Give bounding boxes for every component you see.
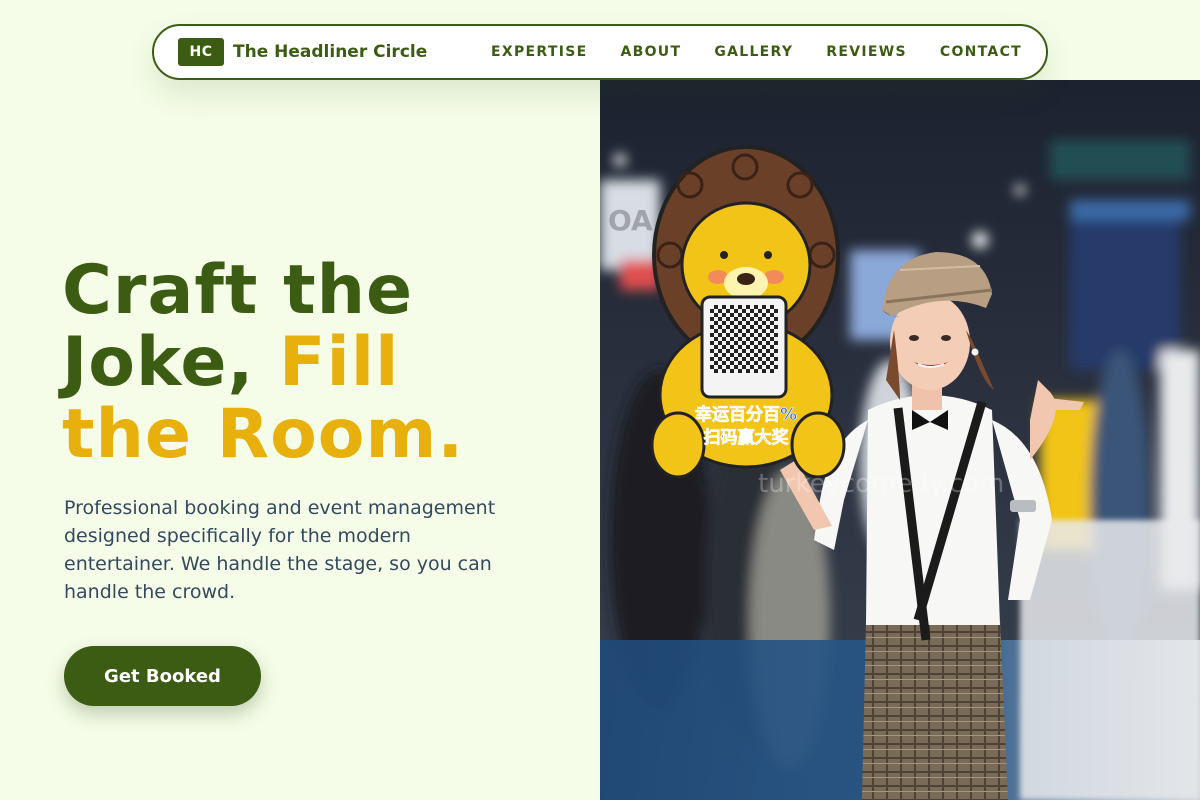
nav-link-expertise[interactable]: EXPERTISE [491, 44, 587, 60]
headline-line-1: Craft the [62, 251, 414, 330]
hero-photo-illustration: 幸运百分百% 扫码赢大奖 OA turkeycomedy.com [600, 80, 1200, 800]
nav-link-about[interactable]: ABOUT [620, 44, 681, 60]
brand-logo-link[interactable]: HC The Headliner Circle [178, 38, 427, 66]
sign-text-2: 扫码赢大奖 [704, 427, 790, 448]
headline-line-3: the Room. [62, 395, 465, 474]
photo-watermark: turkeycomedy.com [758, 469, 1004, 499]
headline-fill: Fill [279, 323, 400, 402]
headline-line-2: Joke, Fill [62, 327, 464, 399]
nav-link-gallery[interactable]: GALLERY [714, 44, 793, 60]
nav-link-contact[interactable]: CONTACT [940, 44, 1022, 60]
sign-text-1: 幸运百分百% [695, 404, 797, 425]
hero-headline: Craft the Joke, Fill the Room. [62, 255, 464, 471]
logo-badge: HC [178, 38, 224, 66]
lion-sign: 幸运百分百% 扫码赢大奖 [650, 145, 846, 479]
nav-links: EXPERTISE ABOUT GALLERY REVIEWS CONTACT [458, 44, 1022, 60]
top-nav: HC The Headliner Circle EXPERTISE ABOUT … [152, 24, 1048, 80]
hero-subtext: Professional booking and event managemen… [64, 497, 496, 603]
get-booked-button[interactable]: Get Booked [64, 646, 261, 706]
nav-link-reviews[interactable]: REVIEWS [826, 44, 907, 60]
booth-sign-text: OA [608, 204, 653, 237]
headline-joke: Joke, [62, 323, 280, 402]
brand-name: The Headliner Circle [233, 42, 428, 62]
hero-photo: 幸运百分百% 扫码赢大奖 OA turkeycomedy.com [600, 80, 1200, 800]
